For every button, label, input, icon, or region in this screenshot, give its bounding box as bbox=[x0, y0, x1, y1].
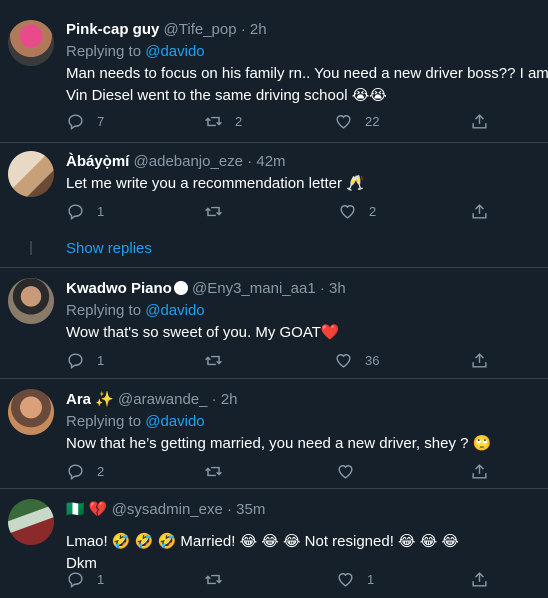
user-handle[interactable]: @arawande_ bbox=[118, 391, 207, 408]
share-button[interactable] bbox=[470, 201, 489, 221]
heart-icon bbox=[338, 464, 353, 479]
retweet-button[interactable] bbox=[204, 461, 235, 481]
retweet-icon bbox=[205, 574, 222, 584]
verified-badge-icon bbox=[173, 281, 188, 295]
reply-count: 7 bbox=[97, 113, 105, 129]
replying-to: Replying to @davido bbox=[66, 43, 205, 60]
mention-link[interactable]: @davido bbox=[145, 43, 204, 60]
display-name[interactable]: Pink-cap guy bbox=[66, 21, 159, 38]
avatar[interactable] bbox=[8, 499, 54, 545]
like-button[interactable]: 36 bbox=[334, 350, 379, 370]
retweet-icon bbox=[205, 206, 222, 216]
share-button[interactable] bbox=[470, 461, 489, 481]
timestamp[interactable]: · 2h bbox=[212, 391, 238, 408]
reply-count: 1 bbox=[97, 352, 105, 368]
user-handle[interactable]: @sysadmin_exe bbox=[112, 501, 223, 518]
display-name[interactable]: Kwadwo Piano bbox=[66, 280, 172, 297]
avatar[interactable] bbox=[8, 151, 54, 197]
retweet-icon bbox=[205, 116, 222, 126]
reply-count: 2 bbox=[97, 463, 105, 479]
tweet-text: Let me write you a recommendation letter… bbox=[66, 175, 365, 192]
tweet[interactable]: 🇳🇬 💔 @sysadmin_exe · 35m Lmao! 🤣 🤣 🤣 Mar… bbox=[0, 489, 548, 598]
retweet-count: 2 bbox=[235, 113, 243, 129]
tweet-text: Now that he’s getting married, you need … bbox=[66, 435, 492, 452]
share-icon bbox=[472, 203, 487, 219]
tweet[interactable]: Pink-cap guy @Tife_pop · 2h Replying to … bbox=[0, 0, 548, 140]
mention-link[interactable]: @davido bbox=[145, 302, 204, 319]
share-button[interactable] bbox=[470, 111, 489, 131]
tweet-text: Man needs to focus on his family rn.. Yo… bbox=[66, 65, 548, 82]
reply-icon bbox=[68, 571, 83, 588]
share-button[interactable] bbox=[470, 350, 489, 370]
reply-icon bbox=[68, 113, 83, 130]
timestamp[interactable]: · 42m bbox=[247, 153, 285, 170]
avatar[interactable] bbox=[8, 278, 54, 324]
user-handle[interactable]: @adebanjo_eze bbox=[134, 153, 243, 170]
timestamp[interactable]: · 3h bbox=[320, 280, 346, 297]
timestamp[interactable]: · 2h bbox=[241, 21, 267, 38]
user-handle[interactable]: @Eny3_mani_aa1 bbox=[192, 280, 316, 297]
like-count: 1 bbox=[367, 571, 375, 587]
reply-count: 1 bbox=[97, 203, 105, 219]
retweet-button[interactable] bbox=[204, 569, 235, 589]
like-button[interactable]: 2 bbox=[338, 201, 376, 221]
retweet-icon bbox=[205, 466, 222, 476]
heart-icon bbox=[336, 353, 351, 368]
reply-button[interactable]: 1 bbox=[66, 201, 104, 221]
reply-icon bbox=[68, 352, 83, 369]
retweet-icon bbox=[205, 355, 222, 365]
retweet-button[interactable] bbox=[204, 201, 235, 221]
tweet[interactable]: Ara ✨ @arawande_ · 2h Replying to @david… bbox=[0, 379, 548, 486]
like-count: 36 bbox=[365, 352, 380, 368]
user-handle[interactable]: @Tife_pop bbox=[164, 21, 237, 38]
tweet-text: Lmao! 🤣 🤣 🤣 Married! 😂 😂 😂 Not resigned!… bbox=[66, 533, 459, 550]
avatar[interactable] bbox=[8, 20, 54, 66]
tweet[interactable]: Àbáyọ̀mí @adebanjo_eze · 42m Let me writ… bbox=[0, 143, 548, 268]
retweet-button[interactable] bbox=[204, 350, 235, 370]
show-replies-link[interactable]: Show replies bbox=[66, 240, 152, 257]
share-button[interactable] bbox=[470, 569, 489, 589]
share-icon bbox=[472, 352, 487, 368]
display-name[interactable]: Ara ✨ bbox=[66, 391, 114, 408]
display-name[interactable]: 🇳🇬 💔 bbox=[66, 501, 108, 518]
like-count: 22 bbox=[365, 113, 380, 129]
share-icon bbox=[472, 113, 487, 129]
share-icon bbox=[472, 571, 487, 587]
reply-icon bbox=[68, 463, 83, 480]
retweet-button[interactable]: 2 bbox=[204, 111, 242, 131]
like-button[interactable] bbox=[336, 461, 367, 481]
tweet[interactable]: Kwadwo Piano @Eny3_mani_aa1 · 3h Replyin… bbox=[0, 268, 548, 378]
like-button[interactable]: 1 bbox=[336, 569, 374, 589]
replying-to: Replying to @davido bbox=[66, 302, 205, 319]
timestamp[interactable]: · 35m bbox=[227, 501, 265, 518]
reply-button[interactable]: 1 bbox=[66, 569, 104, 589]
heart-icon bbox=[336, 114, 351, 129]
reply-count: 1 bbox=[97, 571, 105, 587]
reply-icon bbox=[68, 203, 83, 220]
replying-to: Replying to @davido bbox=[66, 413, 205, 430]
like-button[interactable]: 22 bbox=[334, 111, 379, 131]
avatar[interactable] bbox=[8, 389, 54, 435]
display-name[interactable]: Àbáyọ̀mí bbox=[66, 153, 129, 170]
heart-icon bbox=[340, 204, 355, 219]
tweet-text: Vin Diesel went to the same driving scho… bbox=[66, 87, 387, 104]
heart-icon bbox=[338, 572, 353, 587]
reply-button[interactable]: 7 bbox=[66, 111, 104, 131]
reply-button[interactable]: 2 bbox=[66, 461, 104, 481]
share-icon bbox=[472, 463, 487, 479]
thread-line bbox=[30, 241, 32, 255]
like-count: 2 bbox=[369, 203, 377, 219]
tweet-text: Wow that's so sweet of you. My GOAT❤️ bbox=[66, 324, 340, 341]
mention-link[interactable]: @davido bbox=[145, 413, 204, 430]
reply-button[interactable]: 1 bbox=[66, 350, 104, 370]
